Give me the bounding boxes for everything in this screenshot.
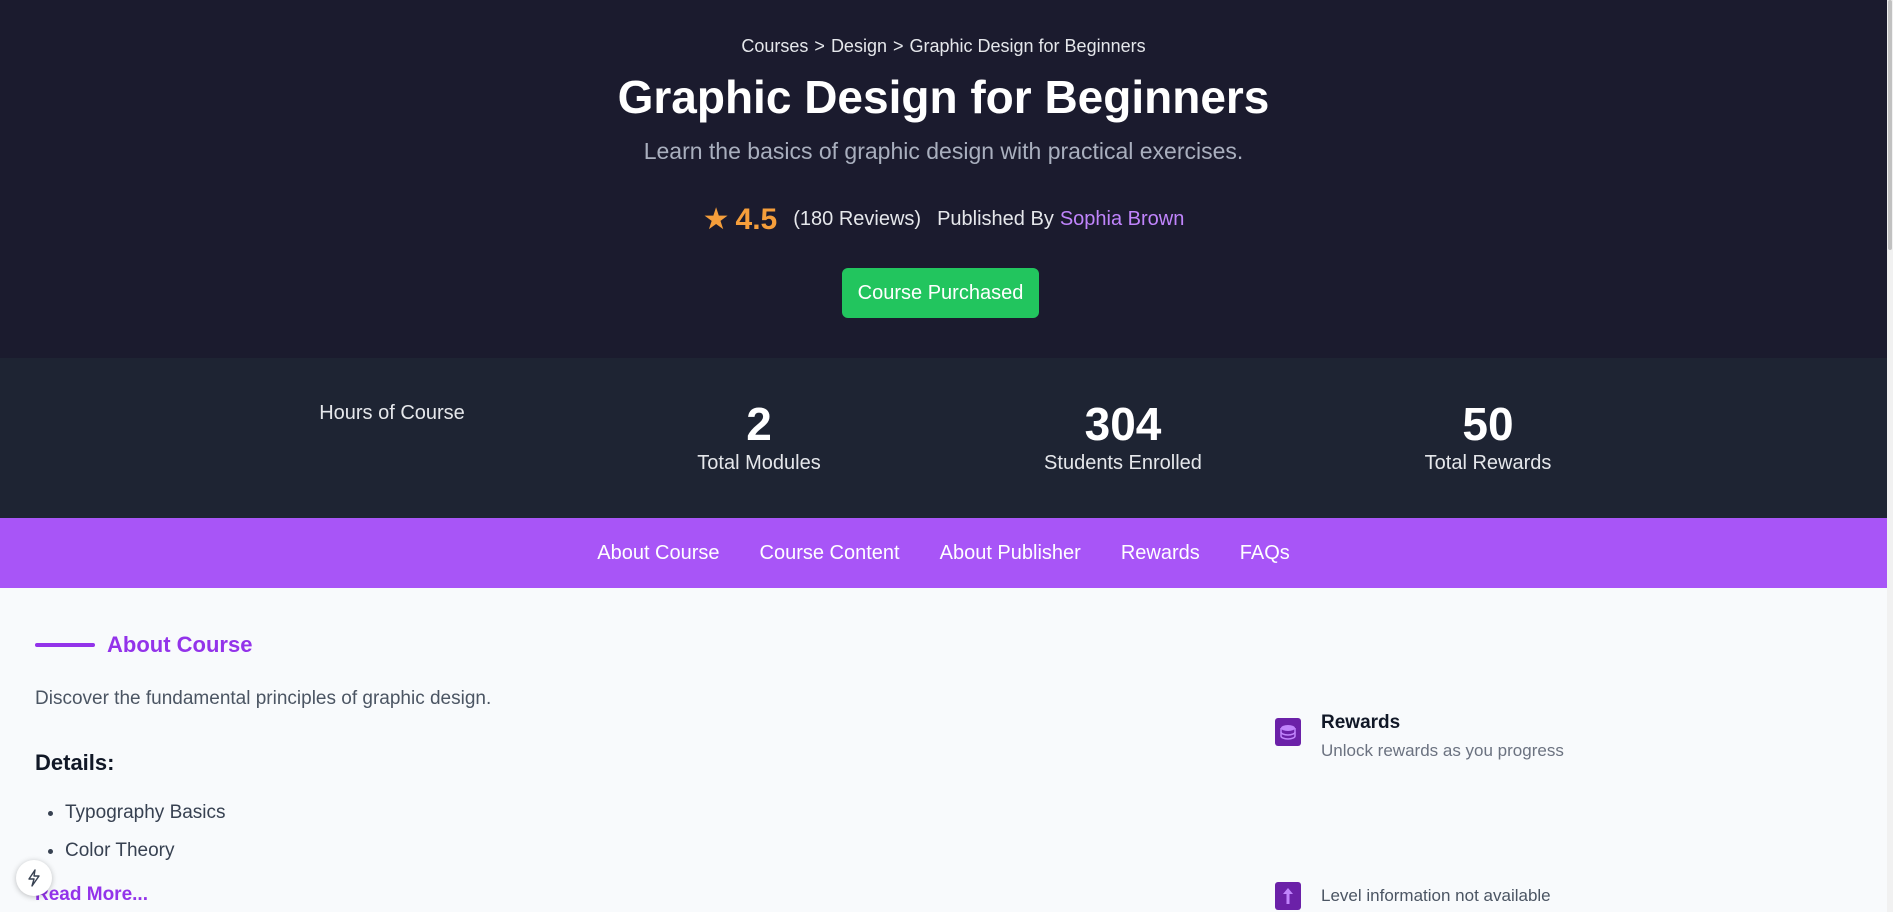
scrollbar-thumb[interactable] (1888, 0, 1892, 250)
modules-value: 2 (746, 398, 772, 450)
star-icon: ★ (702, 203, 730, 236)
stat-rewards: 50 Total Rewards (1348, 398, 1628, 475)
breadcrumb: Courses > Design > Graphic Design for Beginn… (0, 36, 1887, 57)
level-info: Level information not available (1321, 886, 1551, 905)
rating-value: 4.5 (735, 202, 778, 236)
list-item: Typography Basics (65, 802, 226, 824)
breadcrumb-design[interactable]: Design (831, 36, 887, 56)
breadcrumb-separator: > (814, 36, 825, 56)
rewards-title: Rewards (1321, 712, 1401, 733)
tab-about-publisher[interactable]: About Publisher (940, 542, 1081, 565)
tab-faqs[interactable]: FAQs (1240, 542, 1290, 565)
list-item: Color Theory (65, 840, 226, 862)
details-heading: Details: (35, 750, 115, 775)
breadcrumb-separator: > (892, 36, 904, 56)
section-header: About Course (35, 632, 252, 658)
breadcrumb-courses[interactable]: Courses (741, 36, 808, 56)
tab-course-content[interactable]: Course Content (760, 542, 900, 565)
details-list: Typography Basics Color Theory (65, 802, 226, 878)
course-meta: ★ 4.5 (180 Reviews) Published By Sophia … (0, 202, 1887, 237)
stat-students: 304 Students Enrolled (983, 398, 1263, 475)
course-hero: Courses > Design > Graphic Design for Beginn… (0, 0, 1887, 358)
section-accent-line (35, 643, 95, 647)
rewards-subtitle: Unlock rewards as you progress (1321, 741, 1564, 760)
rewards-value: 50 (1462, 398, 1514, 450)
breadcrumb-current: Graphic Design for Beginners (909, 36, 1146, 56)
course-purchased-button[interactable]: Course Purchased (842, 268, 1039, 318)
course-subtitle: Learn the basics of graphic design with … (643, 138, 1244, 164)
page-title: Graphic Design for Beginners (617, 71, 1270, 123)
published-by-label: Published By (937, 208, 1054, 230)
tab-about-course[interactable]: About Course (597, 542, 719, 565)
read-more-link[interactable]: Read More... (35, 884, 148, 906)
rewards-label: Total Rewards (1424, 452, 1552, 474)
stat-modules: 2 Total Modules (619, 398, 899, 475)
tab-rewards[interactable]: Rewards (1121, 542, 1200, 565)
bolt-icon[interactable] (16, 860, 52, 896)
course-description: Discover the fundamental principles of g… (35, 688, 492, 709)
arrow-up-icon (1275, 882, 1301, 910)
modules-label: Total Modules (697, 452, 821, 474)
main-content: About Course Discover the fundamental pr… (0, 588, 1887, 912)
reviews-count: (180 Reviews) (793, 208, 922, 230)
hours-of-course-label: Hours of Course (319, 402, 465, 424)
course-stats: Hours of Course 2 Total Modules 304 Stud… (0, 358, 1887, 518)
coins-icon (1275, 718, 1301, 746)
students-label: Students Enrolled (1044, 452, 1202, 474)
students-value: 304 (1084, 398, 1162, 450)
author-link[interactable]: Sophia Brown (1060, 208, 1185, 231)
section-title: About Course (107, 632, 253, 657)
course-tabs: About Course Course Content About Publis… (0, 518, 1887, 588)
